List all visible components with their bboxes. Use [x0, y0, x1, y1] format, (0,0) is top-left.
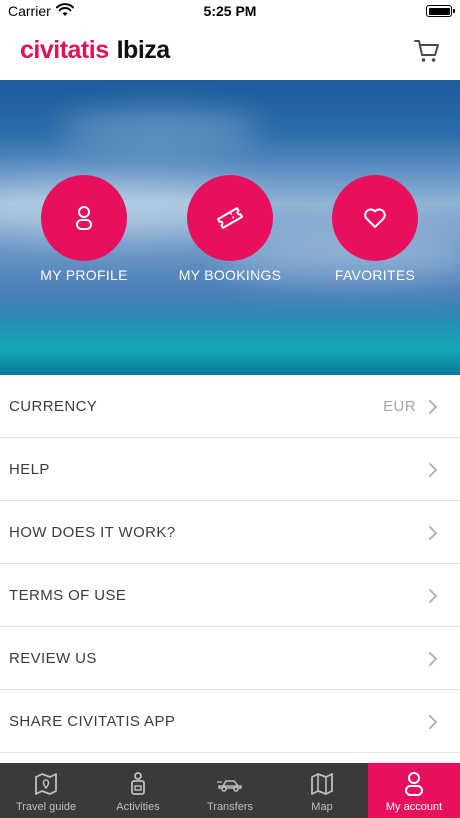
- person-icon: [76, 206, 92, 230]
- person-icon: [405, 772, 423, 796]
- chevron-right-icon: [429, 463, 438, 477]
- menu-item-label: CURRENCY: [9, 398, 98, 415]
- menu-item-label: SHARE CIVITATIS APP: [9, 713, 176, 730]
- currency-value: EUR: [383, 398, 416, 415]
- menu-item-share-app[interactable]: SHARE CIVITATIS APP: [0, 690, 460, 753]
- map-icon: [311, 773, 333, 795]
- favorites-button[interactable]: FAVORITES: [300, 175, 450, 283]
- ticket-icon: [216, 207, 244, 229]
- tab-label: My account: [385, 801, 443, 813]
- menu-item-currency[interactable]: CURRENCY EUR: [0, 375, 460, 438]
- clock: 5:25 PM: [203, 3, 257, 19]
- menu-item-label: TERMS OF USE: [9, 587, 127, 604]
- menu-item-how-it-works[interactable]: HOW DOES IT WORK?: [0, 501, 460, 564]
- chevron-right-icon: [429, 400, 438, 414]
- menu-item-terms-of-use[interactable]: TERMS OF USE: [0, 564, 460, 627]
- guide-map-icon: [35, 773, 57, 795]
- chevron-right-icon: [429, 715, 438, 729]
- tab-label: Travel guide: [15, 801, 77, 813]
- my-profile-button[interactable]: MY PROFILE: [9, 175, 159, 283]
- tab-activities[interactable]: Activities: [92, 763, 184, 818]
- heart-icon: [364, 208, 386, 228]
- menu-item-label: HOW DOES IT WORK?: [9, 524, 176, 541]
- menu-item-label: HELP: [9, 461, 50, 478]
- tab-label: Map: [311, 801, 333, 813]
- app-header: civitatis Ibiza: [0, 24, 460, 80]
- tab-label: Activities: [116, 801, 160, 813]
- cart-button[interactable]: [414, 38, 440, 64]
- activities-icon: [131, 772, 145, 795]
- tab-label: Transfers: [206, 801, 254, 813]
- menu-item-review-us[interactable]: REVIEW US: [0, 627, 460, 690]
- city-name: Ibiza: [116, 36, 171, 64]
- chevron-right-icon: [429, 526, 438, 540]
- app-logo: civitatis Ibiza: [20, 36, 170, 65]
- brand-name: civitatis: [20, 36, 109, 64]
- car-icon: [217, 780, 242, 792]
- tab-transfers[interactable]: Transfers: [184, 763, 276, 818]
- tab-travel-guide[interactable]: Travel guide: [0, 763, 92, 818]
- favorites-label: FAVORITES: [334, 267, 416, 283]
- tab-bar: Travel guide Activities Transfers Map My…: [0, 763, 460, 818]
- cart-icon: [414, 40, 439, 62]
- hero-banner: MY PROFILE MY BOOKINGS FAVORITES: [0, 80, 460, 375]
- my-bookings-button[interactable]: MY BOOKINGS: [155, 175, 305, 283]
- settings-menu: CURRENCY EUR HELP HOW DOES IT WORK? TERM…: [0, 375, 460, 753]
- my-profile-label: MY PROFILE: [40, 267, 128, 283]
- tab-my-account[interactable]: My account: [368, 763, 460, 818]
- chevron-right-icon: [429, 652, 438, 666]
- chevron-right-icon: [429, 589, 438, 603]
- status-bar: Carrier 5:25 PM: [0, 0, 460, 24]
- tab-map[interactable]: Map: [276, 763, 368, 818]
- my-bookings-label: MY BOOKINGS: [178, 267, 282, 283]
- battery-icon: [426, 5, 455, 17]
- menu-item-help[interactable]: HELP: [0, 438, 460, 501]
- menu-item-label: REVIEW US: [9, 650, 97, 667]
